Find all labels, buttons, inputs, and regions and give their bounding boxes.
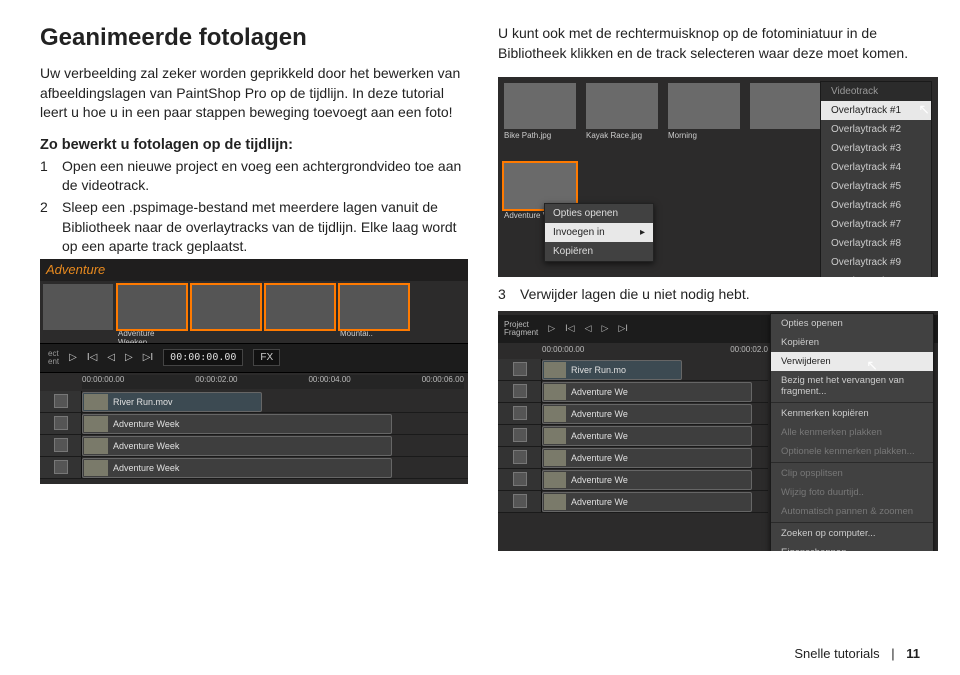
menu-item-open-options[interactable]: Opties openen — [545, 204, 653, 223]
skip-prev-button[interactable]: I◁ — [87, 352, 97, 363]
ruler-tick: 00:00:04.00 — [308, 375, 350, 389]
skip-next-button[interactable]: ▷I — [618, 323, 627, 334]
context-menu: Opties openen Invoegen in▸ Kopiëren — [544, 203, 654, 262]
overlay-clip[interactable]: Adventure We — [542, 426, 752, 446]
submenu-overlaytrack-6[interactable]: Overlaytrack #6 — [821, 196, 931, 215]
menu-item-paste-all[interactable]: Alle kenmerken plakken — [771, 423, 933, 442]
next-button[interactable]: ▷ — [602, 323, 609, 334]
cursor-icon: ↖ — [866, 357, 878, 374]
ruler-tick: 00:00:00.00 — [542, 345, 584, 357]
overlay-clip[interactable]: Adventure We — [542, 470, 752, 490]
submenu-overlaytrack-3[interactable]: Overlaytrack #3 — [821, 139, 931, 158]
prev-button[interactable]: ◁ — [107, 352, 115, 363]
thumb-label: Mountai.. — [340, 329, 408, 338]
overlay-clip[interactable]: Adventure We — [542, 492, 752, 512]
clip-context-menu: Opties openen Kopiëren Verwijderen Bezig… — [770, 313, 934, 551]
ruler-tick: 00:00:06.00 — [422, 375, 464, 389]
step-number: 1 — [40, 157, 62, 196]
overlay-clip[interactable]: Adventure Week — [82, 436, 392, 456]
menu-item-insert-in[interactable]: Invoegen in▸ — [545, 223, 653, 242]
play-button[interactable]: ▷ — [69, 352, 77, 363]
video-clip[interactable]: River Run.mo — [542, 360, 682, 380]
submenu-overlaytrack-10[interactable]: Overlaytrack #10 — [821, 272, 931, 277]
subheading: Zo bewerkt u fotolagen op de tijdlijn: — [40, 137, 468, 153]
menu-item-panzoom[interactable]: Automatisch pannen & zoomen — [771, 502, 933, 521]
prev-button[interactable]: ◁ — [585, 323, 592, 334]
skip-next-button[interactable]: ▷I — [143, 352, 153, 363]
menu-item-properties[interactable]: Eigenschappen... — [771, 543, 933, 551]
intro-paragraph: Uw verbeelding zal zeker worden geprikke… — [40, 64, 468, 123]
page-footer: Snelle tutorials | 11 — [794, 646, 920, 661]
thumb-label: Morning — [668, 131, 740, 140]
footer-label: Snelle tutorials — [794, 646, 879, 661]
menu-item-split[interactable]: Clip opsplitsen — [771, 464, 933, 483]
menu-item-delete[interactable]: Verwijderen — [771, 352, 933, 371]
step-text: Verwijder lagen die u niet nodig hebt. — [520, 285, 938, 305]
step-1: 1 Open een nieuwe project en voeg een ac… — [40, 157, 468, 196]
step-2: 2 Sleep een .pspimage-bestand met meerde… — [40, 198, 468, 257]
play-button[interactable]: ▷ — [548, 323, 555, 334]
overlay-clip[interactable]: Adventure Week — [82, 414, 392, 434]
step-text: Open een nieuwe project en voeg een acht… — [62, 157, 468, 196]
screenshot-timeline-context: Project Fragment ▷ I◁ ◁ ▷ ▷I 00:00:00.00… — [498, 311, 938, 551]
menu-item-search[interactable]: Zoeken op computer... — [771, 524, 933, 543]
step-3: 3 Verwijder lagen die u niet nodig hebt. — [498, 285, 938, 305]
submenu-overlaytrack-4[interactable]: Overlaytrack #4 — [821, 158, 931, 177]
overlay-clip[interactable]: Adventure We — [542, 448, 752, 468]
screenshot-timeline-1: Adventure Adventure Weeken.. Mountai.. — [40, 259, 468, 484]
fragment-label: Fragment — [504, 329, 538, 337]
cursor-icon: ↖ — [918, 101, 930, 118]
next-button[interactable]: ▷ — [125, 352, 133, 363]
right-intro: U kunt ook met de rechtermuisknop op de … — [498, 24, 938, 63]
ruler-tick: 00:00:02.0 — [730, 345, 768, 357]
step-number: 3 — [498, 285, 520, 305]
submenu-overlaytrack-5[interactable]: Overlaytrack #5 — [821, 177, 931, 196]
thumb-label: Bike Path.jpg — [504, 131, 576, 140]
page-title: Geanimeerde fotolagen — [40, 24, 468, 52]
overlay-clip[interactable]: Adventure We — [542, 382, 752, 402]
menu-item-copy-attrs[interactable]: Kenmerken kopiëren — [771, 404, 933, 423]
ruler-tick: 00:00:02.00 — [195, 375, 237, 389]
overlay-clip[interactable]: Adventure Week — [82, 458, 392, 478]
skip-prev-button[interactable]: I◁ — [565, 323, 574, 334]
submenu-overlaytrack-2[interactable]: Overlaytrack #2 — [821, 120, 931, 139]
ruler-tick: 00:00:00.00 — [82, 375, 124, 389]
fx-button[interactable]: FX — [253, 349, 280, 366]
thumb-label: Kayak Race.jpg — [586, 131, 658, 140]
submenu-overlaytrack-7[interactable]: Overlaytrack #7 — [821, 215, 931, 234]
submenu-overlaytrack-9[interactable]: Overlaytrack #9 — [821, 253, 931, 272]
submenu-overlaytrack-8[interactable]: Overlaytrack #8 — [821, 234, 931, 253]
step-number: 2 — [40, 198, 62, 257]
timecode: 00:00:00.00 — [163, 349, 243, 366]
project-label: Adventure — [40, 259, 468, 281]
video-clip[interactable]: River Run.mov — [82, 392, 262, 412]
chevron-right-icon: ▸ — [640, 227, 645, 238]
menu-item-copy[interactable]: Kopiëren — [771, 333, 933, 352]
overlay-clip[interactable]: Adventure We — [542, 404, 752, 424]
menu-item-paste-optional[interactable]: Optionele kenmerken plakken... — [771, 442, 933, 461]
step-text: Sleep een .pspimage-bestand met meerdere… — [62, 198, 468, 257]
fragment-label-small: ent — [48, 358, 59, 366]
screenshot-library-context: Bike Path.jpg Kayak Race.jpg Morning Off… — [498, 77, 938, 277]
menu-item-copy[interactable]: Kopiëren — [545, 242, 653, 261]
submenu-overlaytrack-1[interactable]: Overlaytrack #1 — [821, 101, 931, 120]
submenu-videotrack[interactable]: Videotrack — [821, 82, 931, 101]
page-number: 11 — [906, 646, 920, 661]
footer-separator: | — [891, 646, 894, 661]
menu-item-open-options[interactable]: Opties openen — [771, 314, 933, 333]
menu-item-duration[interactable]: Wijzig foto duurtijd.. — [771, 483, 933, 502]
menu-item-replace[interactable]: Bezig met het vervangen van fragment... — [771, 371, 933, 401]
track-submenu: Videotrack Overlaytrack #1 Overlaytrack … — [820, 81, 932, 277]
